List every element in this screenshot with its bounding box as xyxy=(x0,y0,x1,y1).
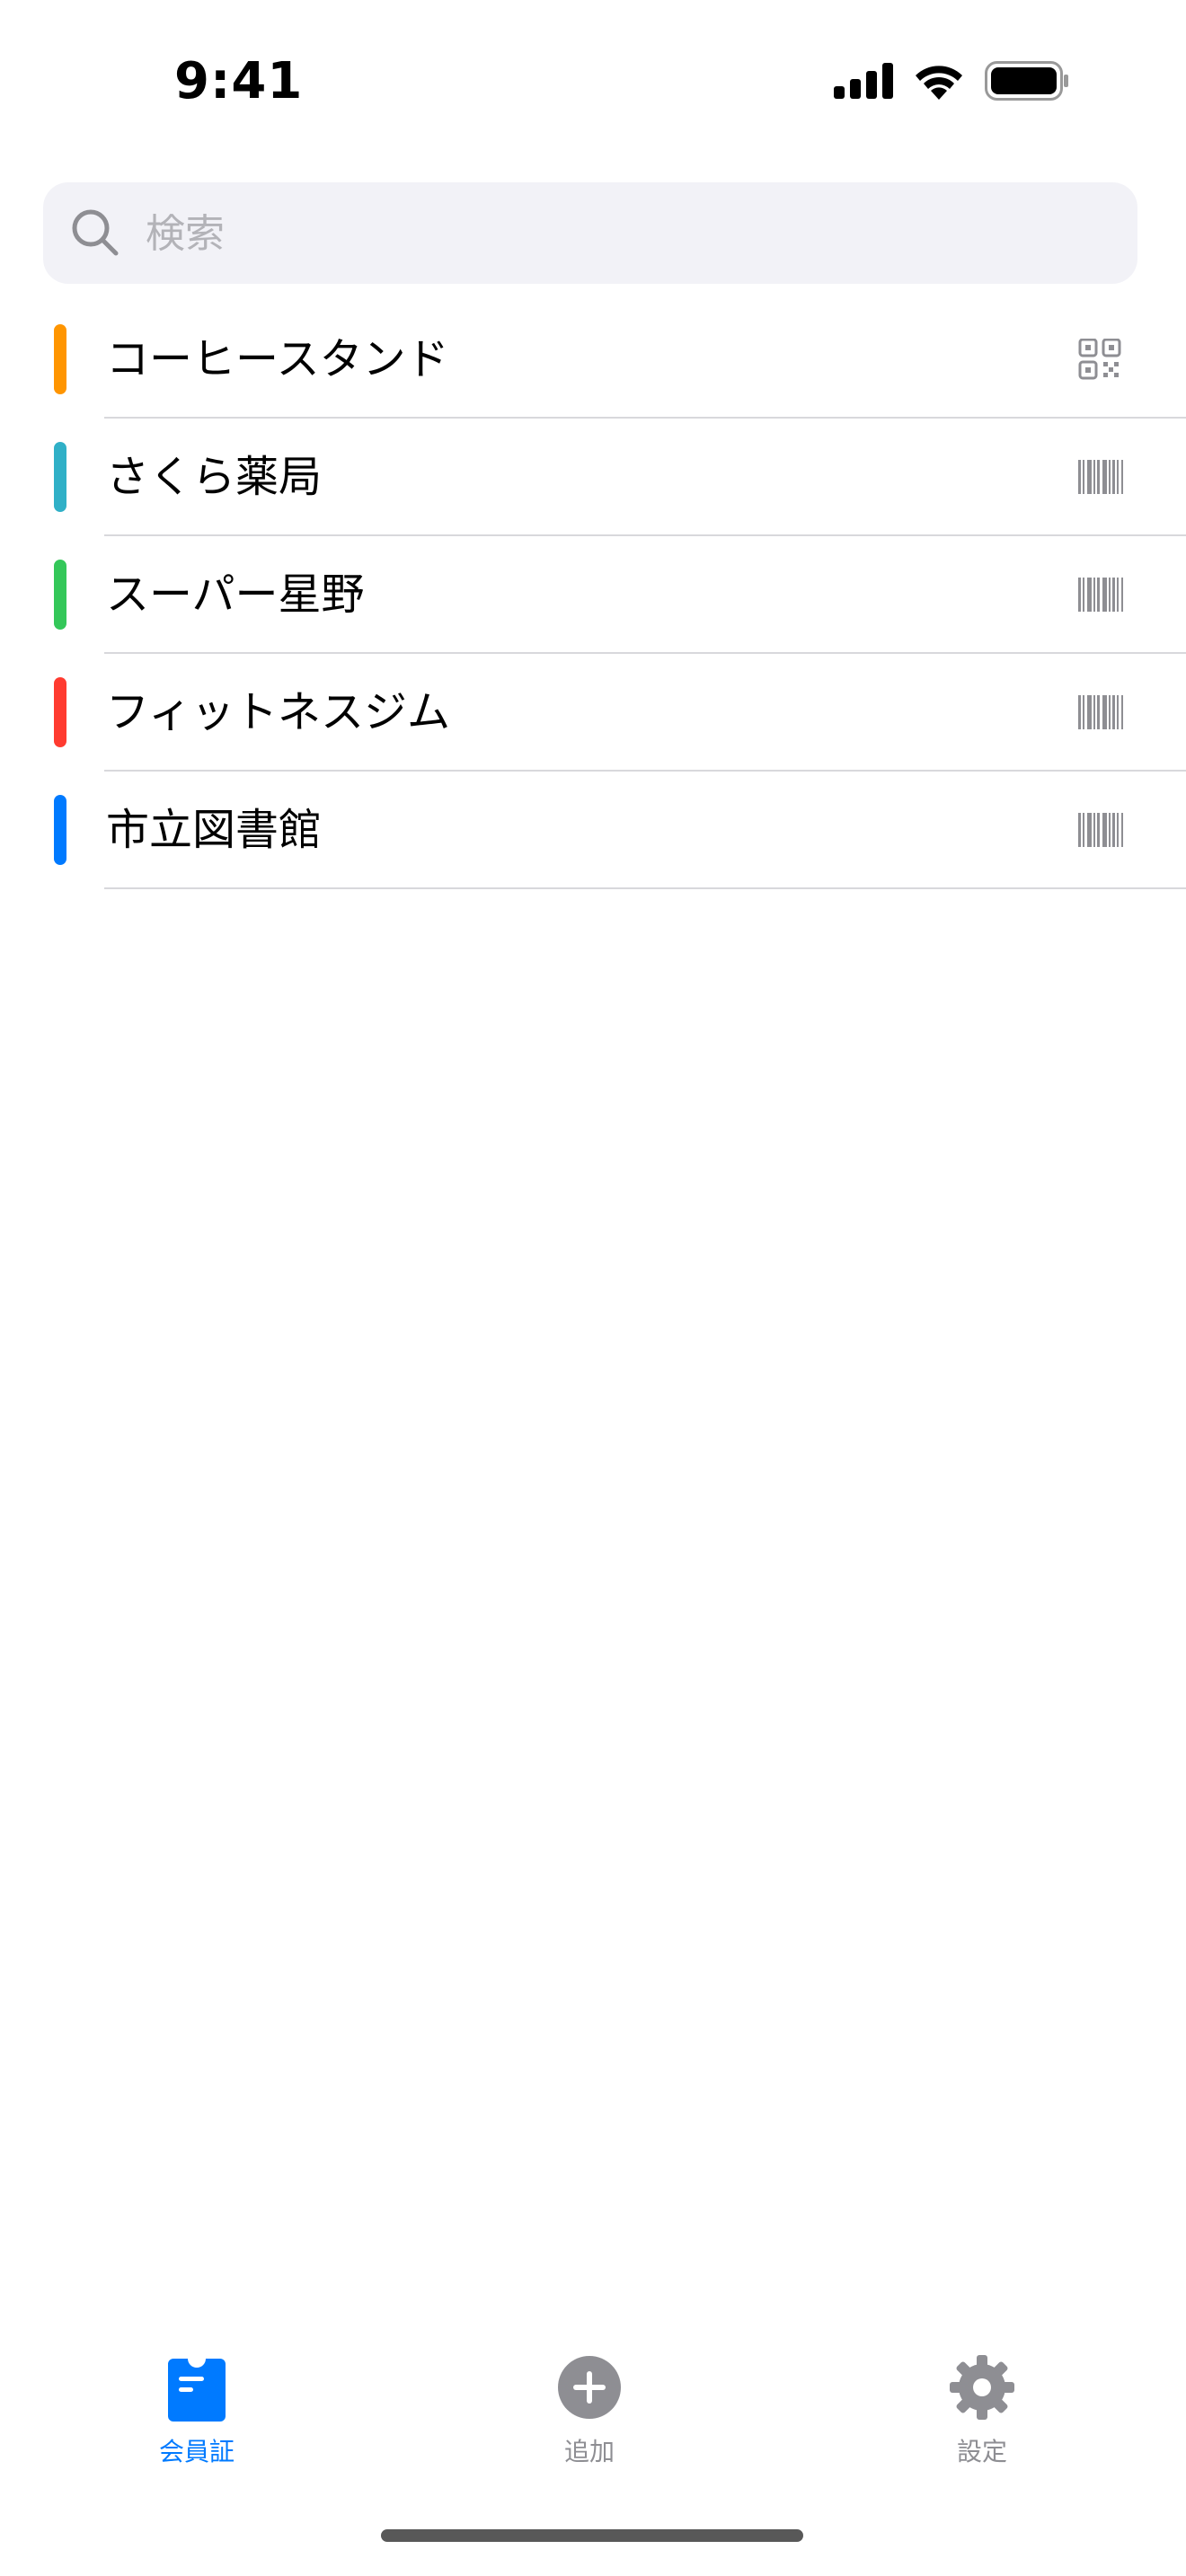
cellular-signal-icon xyxy=(834,63,893,99)
battery-icon xyxy=(985,61,1068,101)
membership-card-icon xyxy=(163,2353,231,2422)
card-color-tag xyxy=(54,560,66,630)
barcode-icon xyxy=(1078,809,1139,851)
card-color-tag xyxy=(54,795,66,865)
card-name: 市立図書館 xyxy=(106,805,323,855)
search-icon xyxy=(72,209,119,256)
card-name: さくら薬局 xyxy=(106,452,323,502)
card-row[interactable]: フィットネスジム xyxy=(0,654,1186,772)
card-row[interactable]: コーヒースタンド xyxy=(0,301,1186,419)
status-icons xyxy=(834,61,1069,101)
tab-membership-cards[interactable]: 会員証 xyxy=(89,2353,305,2488)
qr-code-icon xyxy=(1078,338,1123,380)
card-row[interactable]: さくら薬局 xyxy=(0,419,1186,536)
tab-bar: 会員証 追加 設定 xyxy=(0,2335,1186,2497)
card-name: フィットネスジム xyxy=(106,687,451,737)
card-color-tag xyxy=(54,677,66,747)
barcode-icon xyxy=(1078,456,1139,498)
card-color-tag xyxy=(54,442,66,512)
add-circle-icon xyxy=(555,2353,624,2422)
card-name: コーヒースタンド xyxy=(106,334,449,384)
barcode-icon xyxy=(1078,574,1139,615)
tab-add[interactable]: 追加 xyxy=(482,2353,697,2488)
tab-label: 設定 xyxy=(956,2437,1007,2466)
search-input[interactable] xyxy=(144,182,1118,286)
row-divider xyxy=(104,887,1186,889)
card-list: コーヒースタンド さくら薬局スーパー星野フィットネスジム 市立図書館 xyxy=(0,301,1186,889)
card-color-tag xyxy=(54,324,66,394)
tab-settings[interactable]: 設定 xyxy=(874,2353,1090,2488)
status-bar: 9:41 xyxy=(0,0,1186,171)
gear-icon xyxy=(948,2353,1016,2422)
search-bar[interactable] xyxy=(43,182,1137,286)
card-row[interactable]: スーパー星野 xyxy=(0,536,1186,654)
wifi-icon xyxy=(916,66,962,100)
tab-label: 会員証 xyxy=(158,2437,235,2466)
barcode-icon xyxy=(1078,692,1139,733)
tab-label: 追加 xyxy=(563,2437,615,2466)
home-indicator xyxy=(381,2529,803,2542)
card-row[interactable]: 市立図書館 xyxy=(0,772,1186,889)
status-time: 9:41 xyxy=(174,52,304,110)
card-name: スーパー星野 xyxy=(106,569,365,620)
